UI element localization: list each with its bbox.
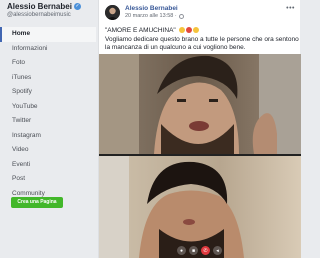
mic-icon: ● — [177, 246, 186, 255]
sidebar-item-post[interactable]: Post — [0, 172, 96, 187]
page-name-row: Alessio Bernabei ✓ — [7, 2, 96, 11]
more-dots-icon[interactable]: ••• — [286, 5, 295, 12]
post-text: "AMORE E AMUCHINA" Vogliamo dedicare que… — [105, 27, 299, 53]
post-author-name[interactable]: Alessio Bernabei — [125, 5, 178, 12]
sidebar-item-foto[interactable]: Foto — [0, 56, 96, 71]
page-name[interactable]: Alessio Bernabei — [7, 2, 72, 11]
smile-emoji-icon — [192, 27, 199, 33]
sidebar-item-video[interactable]: Video — [0, 143, 96, 158]
sidebar-item-youtube[interactable]: YouTube — [0, 100, 96, 115]
heart-emoji-icon — [185, 27, 192, 33]
post-body-text: Vogliamo dedicare questo brano a tutte l… — [105, 35, 299, 52]
video-call-player[interactable]: ● ■ ✆ ◂ — [99, 54, 301, 258]
speaker-icon: ◂ — [213, 246, 222, 255]
camera-button[interactable]: ■ — [189, 246, 198, 255]
verified-badge-icon: ✓ — [73, 3, 81, 10]
mic-button[interactable]: ● — [177, 246, 186, 255]
sidebar-item-informazioni[interactable]: Informazioni — [0, 42, 96, 57]
page-sidebar-nav: Home Informazioni Foto iTunes Spotify Yo… — [0, 27, 96, 201]
post-meta: 20 marzo alle 13:58 · — [125, 13, 184, 19]
page-handle[interactable]: @alessiobernabeimusic — [7, 12, 96, 18]
sidebar-item-instagram[interactable]: Instagram — [0, 129, 96, 144]
post-title-text: "AMORE E AMUCHINA" — [105, 27, 176, 34]
post-header: Alessio Bernabei 20 marzo alle 13:58 · •… — [99, 0, 301, 26]
avatar[interactable] — [105, 5, 120, 20]
sidebar-item-eventi[interactable]: Eventi — [0, 158, 96, 173]
video-frame — [99, 54, 301, 258]
page-header: Alessio Bernabei ✓ @alessiobernabeimusic — [0, 0, 96, 26]
sidebar-item-spotify[interactable]: Spotify — [0, 85, 96, 100]
sidebar-item-home[interactable]: Home — [0, 27, 96, 42]
camera-icon: ■ — [189, 246, 198, 255]
smile-emoji-icon — [178, 27, 185, 33]
sidebar-item-itunes[interactable]: iTunes — [0, 71, 96, 86]
post-date[interactable]: 20 marzo alle 13:58 · — [125, 13, 177, 19]
post-card: Alessio Bernabei 20 marzo alle 13:58 · •… — [98, 0, 301, 258]
speaker-button[interactable]: ◂ — [213, 246, 222, 255]
post-title-line: "AMORE E AMUCHINA" — [105, 27, 299, 36]
create-page-button[interactable]: Crea una Pagina — [11, 197, 63, 208]
avatar-image — [105, 5, 120, 20]
sidebar-item-twitter[interactable]: Twitter — [0, 114, 96, 129]
hangup-button[interactable]: ✆ — [201, 246, 210, 255]
hangup-icon: ✆ — [201, 246, 210, 255]
globe-icon — [178, 13, 184, 19]
